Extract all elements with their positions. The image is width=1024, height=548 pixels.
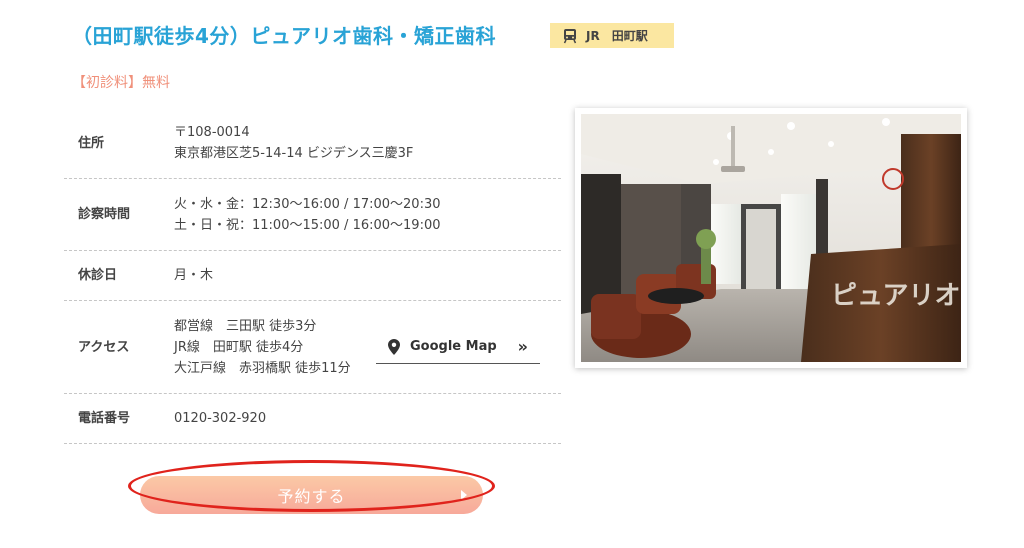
hours-value: 火・水・金：12:30〜16:00 / 17:00〜20:30 土・日・祝：11… [174,194,561,236]
info-row-phone: 電話番号 0120-302-920 [64,394,561,444]
closed-value: 月・木 [174,268,214,283]
train-icon [563,28,577,43]
reserve-label: 予約する [277,487,346,506]
street-address: 東京都港区芝5-14-14 ビジデンス三慶3F [174,146,414,161]
station-name: 田町駅 [611,29,648,43]
access-value: 都営線 三田駅 徒歩3分 JR線 田町駅 徒歩4分 大江戸線 赤羽橋駅 徒歩11… [174,316,561,379]
access-label: アクセス [78,339,130,355]
reserve-button[interactable]: 予約する [140,476,483,514]
info-row-address: 住所 〒108-0014 東京都港区芝5-14-14 ビジデンス三慶3F [64,108,561,179]
station-badge: JR 田町駅 [550,23,674,48]
phone-label: 電話番号 [78,411,131,426]
clinic-interior-photo: ピュアリオ [581,114,961,362]
phone-value[interactable]: 0120-302-920 [174,408,561,429]
clinic-info-table: 住所 〒108-0014 東京都港区芝5-14-14 ビジデンス三慶3F 診察時… [64,108,561,444]
google-map-link[interactable]: Google Map » [376,330,540,364]
play-arrow-icon [461,490,467,500]
clinic-sign-text: ピュアリオ [831,281,960,311]
info-row-access: アクセス 都営線 三田駅 徒歩3分 JR線 田町駅 徒歩4分 大江戸線 赤羽橋駅… [64,301,561,394]
clinic-photo-frame: ピュアリオ [575,108,967,368]
info-row-closed: 休診日 月・木 [64,251,561,301]
access-line-2: JR線 田町駅 徒歩4分 [174,339,304,355]
clinic-interior-illustration: ピュアリオ [581,114,961,362]
access-lines: 都営線 三田駅 徒歩3分 JR線 田町駅 徒歩4分 大江戸線 赤羽橋駅 徒歩11… [174,316,374,379]
postal-code: 〒108-0014 [174,125,250,140]
fee-value: 無料 [142,75,170,91]
hours-label: 診察時間 [78,207,131,222]
clinic-title[interactable]: （田町駅徒歩4分）ピュアリオ歯科・矯正歯科 [72,20,496,49]
hours-line-1: 火・水・金：12:30〜16:00 / 17:00〜20:30 [174,196,441,212]
hours-line-2: 土・日・祝：11:00〜15:00 / 16:00〜19:00 [174,217,441,233]
station-line: JR [586,28,600,43]
first-visit-fee: 【初診料】無料 [72,72,170,92]
fee-label: 【初診料】 [72,75,142,91]
access-line-3: 大江戸線 赤羽橋駅 徒歩11分 [174,360,351,376]
address-label: 住所 [78,135,105,151]
double-chevron-right-icon: » [517,337,528,356]
map-pin-icon [388,338,400,355]
address-value: 〒108-0014 東京都港区芝5-14-14 ビジデンス三慶3F [174,122,561,164]
clinic-card: （田町駅徒歩4分）ピュアリオ歯科・矯正歯科 JR 田町駅 【初診料】無料 住所 … [0,0,1024,548]
access-line-1: 都営線 三田駅 徒歩3分 [174,318,317,334]
google-map-label: Google Map [410,339,497,354]
closed-label: 休診日 [78,268,118,283]
info-row-hours: 診察時間 火・水・金：12:30〜16:00 / 17:00〜20:30 土・日… [64,179,561,251]
